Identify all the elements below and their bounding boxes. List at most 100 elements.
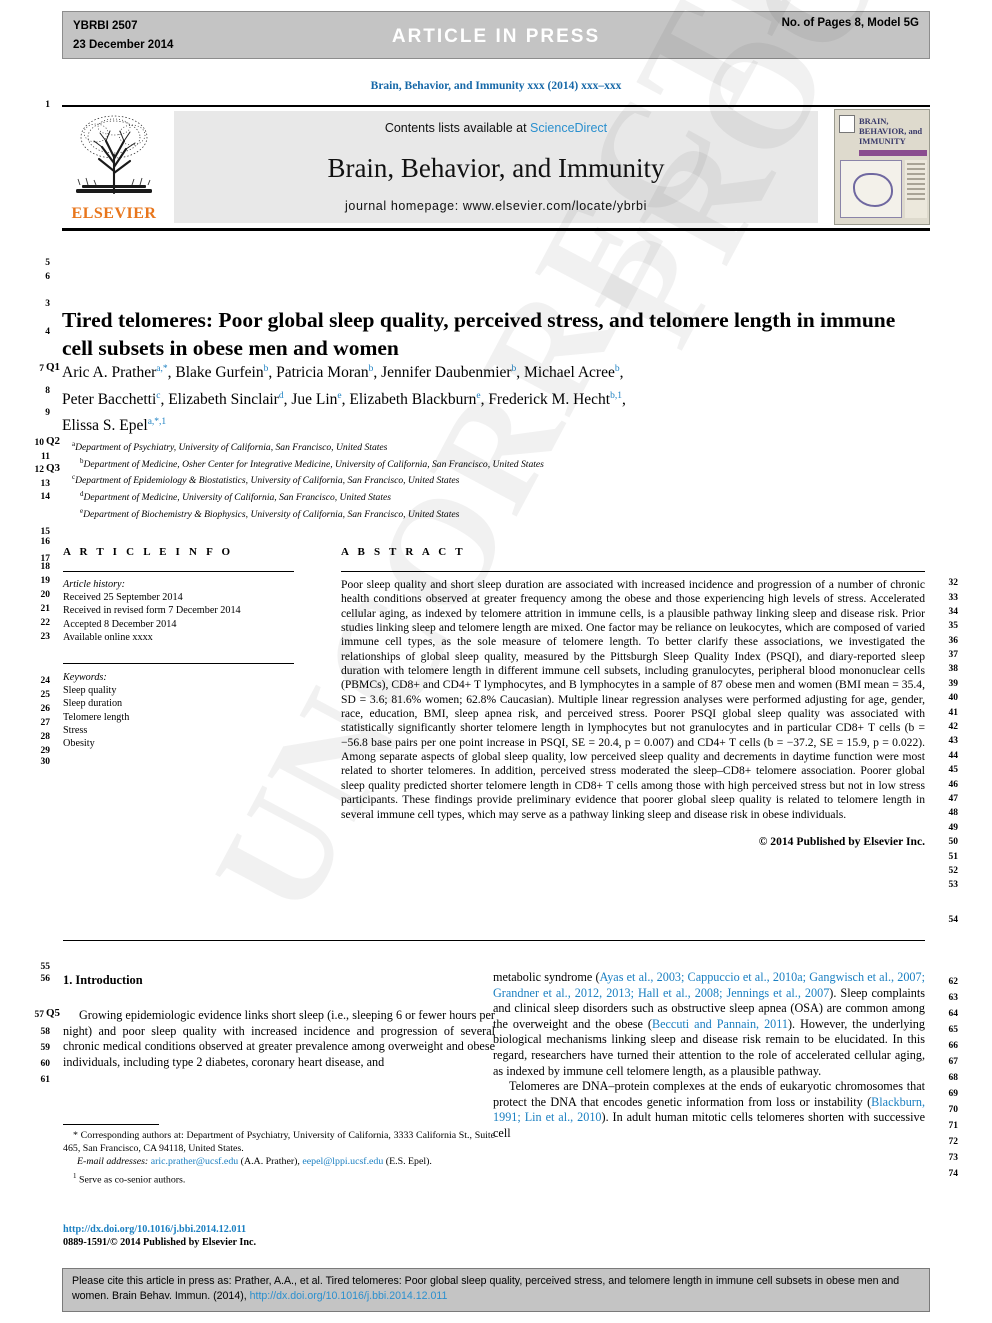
author-line-1: Aric A. Prathera,*, Blake Gurfeinb, Patr… (62, 364, 624, 382)
affiliation-item: aDepartment of Psychiatry, University of… (72, 440, 388, 454)
cover-band (859, 150, 927, 156)
abstract-body: Poor sleep quality and short sleep durat… (341, 578, 925, 849)
history-item: Accepted 8 December 2014 (63, 618, 177, 630)
line-number: 59 (40, 1043, 51, 1053)
line-number: 61 (40, 1075, 51, 1085)
line-number: 26 (40, 704, 51, 714)
line-number: 25 (40, 690, 51, 700)
line-number: 23 (40, 632, 51, 642)
line-number: 45 (948, 765, 959, 775)
sciencedirect-link[interactable]: ScienceDirect (530, 121, 607, 135)
pages-model: No. of Pages 8, Model 5G (781, 17, 919, 29)
doi-link[interactable]: http://dx.doi.org/10.1016/j.bbi.2014.12.… (63, 1224, 503, 1237)
masthead-panel: Contents lists available at ScienceDirec… (174, 111, 818, 223)
cover-elsevier-mark-icon (839, 115, 855, 133)
email-link-1[interactable]: aric.prather@ucsf.edu (151, 1156, 239, 1167)
contents-prefix: Contents lists available at (384, 121, 531, 135)
query-marker-q5: Q5 (46, 1007, 61, 1019)
journal-homepage[interactable]: journal homepage: www.elsevier.com/locat… (174, 199, 818, 213)
line-number: 29 (40, 746, 51, 756)
footnote-corresponding: * Corresponding authors at: Department o… (63, 1130, 495, 1155)
line-number: 15 (40, 527, 51, 537)
line-number: 73 (948, 1153, 959, 1163)
line-number: 60 (40, 1059, 51, 1069)
line-number: 30 (40, 757, 51, 767)
contents-line: Contents lists available at ScienceDirec… (174, 121, 818, 135)
line-number: 41 (948, 708, 959, 718)
article-history-label: Article history: (63, 579, 125, 590)
affiliation-text: Department of Medicine, University of Ca… (83, 492, 392, 504)
cite-doi-link[interactable]: http://dx.doi.org/10.1016/j.bbi.2014.12.… (250, 1290, 448, 1302)
line-number: 38 (948, 664, 959, 674)
affiliation-item: dDepartment of Medicine, University of C… (80, 490, 392, 504)
asterisk-icon: * (73, 1130, 78, 1141)
line-number: 13 (40, 479, 51, 489)
abstract-heading: A B S T R A C T (341, 546, 466, 558)
banner-title: ARTICLE IN PRESS (391, 26, 601, 47)
history-item: Received 25 September 2014 (63, 592, 183, 604)
line-number: 47 (948, 794, 959, 804)
author-list: Aric A. Prathera,*, Blake Gurfeinb, Patr… (62, 358, 932, 438)
masthead-rule-top (62, 105, 930, 107)
email-link-2[interactable]: eepel@lppi.ucsf.edu (302, 1156, 383, 1167)
affiliation-item: bDepartment of Medicine, Osher Center fo… (80, 456, 544, 470)
line-number: 33 (948, 593, 959, 603)
affiliation-text: Department of Biochemistry & Biophysics,… (83, 508, 460, 520)
masthead-rule-bottom (62, 228, 930, 231)
cover-blob-shape (853, 173, 893, 207)
line-number: 54 (948, 915, 959, 925)
doi-issn-block: http://dx.doi.org/10.1016/j.bbi.2014.12.… (63, 1224, 503, 1249)
line-number: 10 (34, 438, 45, 448)
line-number: 14 (40, 492, 51, 502)
line-number: 11 (41, 452, 50, 462)
line-number: 12 (34, 465, 45, 475)
line-number: 74 (948, 1169, 959, 1179)
body-divider-rule (63, 940, 925, 941)
line-number: 51 (948, 852, 959, 862)
line-number: 21 (40, 604, 51, 614)
body-paragraph: metabolic syndrome (Ayas et al., 2003; C… (493, 970, 925, 1079)
abstract-copyright: © 2014 Published by Elsevier Inc. (758, 834, 925, 848)
line-number: 63 (948, 993, 959, 1003)
line-number: 18 (40, 562, 51, 572)
keyword-item: Stress (63, 724, 88, 736)
elsevier-wordmark: ELSEVIER (71, 205, 157, 222)
query-marker-q3: Q3 (46, 462, 61, 474)
keyword-item: Obesity (63, 738, 95, 750)
citation-link[interactable]: Beccuti and Pannain, 2011 (652, 1017, 788, 1031)
line-number: 42 (948, 722, 959, 732)
line-number: 6 (45, 272, 50, 282)
affiliation-text: Department of Medicine, Osher Center for… (83, 458, 544, 470)
journal-masthead: ELSEVIER Contents lists available at Sci… (62, 105, 930, 231)
line-number: 4 (45, 327, 50, 337)
line-number: 7 (39, 364, 44, 374)
footnote-cosenior-text: Serve as co-senior authors. (78, 1174, 186, 1186)
line-number: 35 (948, 621, 959, 631)
cover-diagram (840, 160, 902, 218)
line-number: 32 (948, 578, 959, 588)
body-text-segment: metabolic syndrome ( (493, 970, 600, 984)
line-number: 55 (40, 962, 51, 972)
author-line-2: Peter Bacchettic, Elizabeth Sinclaird, J… (62, 390, 626, 408)
query-marker-q1: Q1 (46, 361, 61, 373)
cite-text-segment: Please cite this article in press as: Pr… (72, 1275, 900, 1302)
section-heading-introduction: 1. Introduction (63, 973, 143, 987)
line-number: 69 (948, 1089, 959, 1099)
history-item: Available online xxxx (63, 631, 153, 643)
line-number: 43 (948, 736, 959, 746)
footnote-marker-1: 1 (73, 1171, 77, 1180)
body-text-segment: Telomeres are DNA–protein complexes at t… (493, 1079, 925, 1109)
line-number: 52 (948, 866, 959, 876)
journal-title: Brain, Behavior, and Immunity (327, 153, 665, 183)
body-paragraph: Telomeres are DNA–protein complexes at t… (493, 1079, 925, 1141)
footnote-emails: E-mail addresses: aric.prather@ucsf.edu … (63, 1156, 495, 1169)
line-number: 36 (948, 636, 959, 646)
running-head: Brain, Behavior, and Immunity xxx (2014)… (370, 80, 622, 92)
issn-copyright: 0889-1591/© 2014 Published by Elsevier I… (63, 1236, 257, 1248)
affiliation-item: cDepartment of Epidemiology & Biostatist… (72, 473, 460, 487)
line-number: 58 (40, 1027, 51, 1037)
email-name-1: (A.A. Prather), (240, 1156, 300, 1168)
footnote-rule (63, 1124, 159, 1126)
footnote-block: * Corresponding authors at: Department o… (63, 1130, 495, 1187)
line-number: 62 (948, 977, 959, 987)
